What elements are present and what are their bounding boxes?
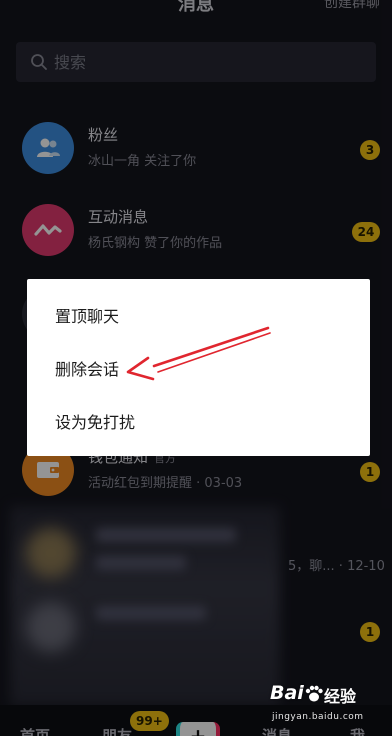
watermark-suffix: 经验 — [324, 687, 357, 706]
context-menu: 置顶聊天 删除会话 设为免打扰 — [27, 279, 370, 456]
menu-item-delete-conversation[interactable]: 删除会话 — [27, 342, 370, 394]
watermark-url: jingyan.baidu.com — [272, 712, 364, 722]
menu-item-pin-chat[interactable]: 置顶聊天 — [27, 289, 370, 341]
menu-item-mute[interactable]: 设为免打扰 — [27, 395, 370, 447]
paw-icon — [305, 685, 323, 702]
watermark-brand: Bai — [270, 682, 304, 704]
watermark: Bai 经验 jingyan.baidu.com — [268, 680, 368, 734]
